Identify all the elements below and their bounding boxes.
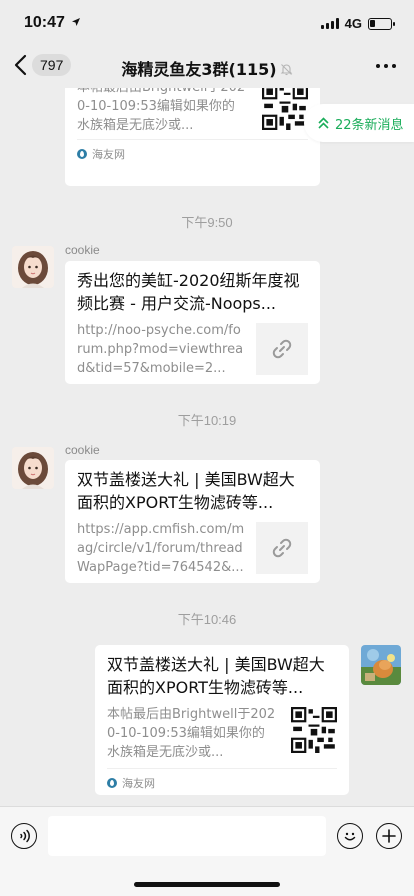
link-thumbnail [256,323,308,375]
battery-level [370,19,375,27]
chat-title: 海精灵鱼友3群(115) [0,56,414,80]
smiley-face-icon [344,832,356,841]
sender-name: cookie [65,443,100,457]
voice-wave-icon [20,829,30,843]
card-description: 本帖最后由Brightwell于2020-10-109:53编辑如果你的水族箱是… [77,88,245,133]
status-indicators: 4G [320,16,395,31]
timestamp: 下午10:19 [177,413,237,428]
avatar-photo [361,645,401,685]
link-thumbnail [256,522,308,574]
chat-header: 797 海精灵鱼友3群(115) [0,46,414,88]
avatar[interactable] [12,447,54,489]
self-avatar[interactable] [361,645,401,685]
avatar-illustration [12,246,54,288]
location-arrow-icon [72,18,81,26]
dot [392,64,396,68]
new-messages-label: 22条新消息 [335,117,404,133]
qr-code-thumbnail [291,707,337,753]
card-description: http://noo-psyche.com/forum.php?mod=view… [77,323,244,376]
sender-name: cookie [65,243,100,257]
new-messages-button[interactable]: 22条新消息 [304,104,414,142]
link-card[interactable]: 双节盖楼送大礼 | 美国BW超大面积的XPORT生物滤砖等... 本帖最后由Br… [95,645,349,795]
site-logo-icon [77,149,87,159]
more-options-button[interactable] [376,64,396,68]
card-title: 双节盖楼送大礼 | 美国BW超大面积的XPORT生物滤砖等... [107,655,325,697]
timestamp: 下午10:46 [177,612,237,627]
link-icon [272,538,292,558]
battery-icon [368,17,395,30]
status-bar: 10:47 4G [0,0,414,46]
dot [384,64,388,68]
link-card[interactable]: 秀出您的美缸-2020纽斯年度视频比赛 - 用户交流-Noops... http… [65,261,320,384]
voice-input-button[interactable] [11,823,37,849]
card-description: 本帖最后由Brightwell于2020-10-109:53编辑如果你的水族箱是… [107,707,276,760]
chat-title-text: 海精灵鱼友3群(115) [121,60,277,79]
message-input[interactable] [48,816,326,856]
network-type: 4G [344,16,362,31]
card-description: https://app.cmfish.com/mag/circle/v1/for… [77,522,245,575]
avatar-illustration [12,447,54,489]
card-source: 海友网 [77,139,308,162]
timestamp: 下午9:50 [181,215,233,230]
qr-code-thumbnail [262,88,308,130]
home-indicator[interactable] [134,882,280,887]
site-logo-icon [107,778,117,788]
card-source: 海友网 [107,768,337,791]
more-functions-button[interactable] [376,823,402,849]
emoji-button[interactable] [337,823,363,849]
link-icon [272,339,292,359]
link-card[interactable]: 本帖最后由Brightwell于2020-10-109:53编辑如果你的水族箱是… [65,88,320,186]
card-source-name: 海友网 [92,148,125,161]
link-card[interactable]: 双节盖楼送大礼 | 美国BW超大面积的XPORT生物滤砖等... https:/… [65,460,320,583]
card-source-name: 海友网 [122,777,155,790]
status-time: 10:47 [24,14,81,32]
status-time-text: 10:47 [24,14,65,31]
card-title: 秀出您的美缸-2020纽斯年度视频比赛 - 用户交流-Noops... [77,271,300,313]
dot [376,64,380,68]
message-list[interactable]: 本帖最后由Brightwell于2020-10-109:53编辑如果你的水族箱是… [0,88,414,806]
double-chevron-up-icon [318,117,329,129]
mute-bell-icon [280,64,292,76]
cellular-signal-icon [320,18,339,29]
avatar[interactable] [12,246,54,288]
card-title: 双节盖楼送大礼 | 美国BW超大面积的XPORT生物滤砖等... [77,470,295,512]
plus-icon [382,829,396,843]
